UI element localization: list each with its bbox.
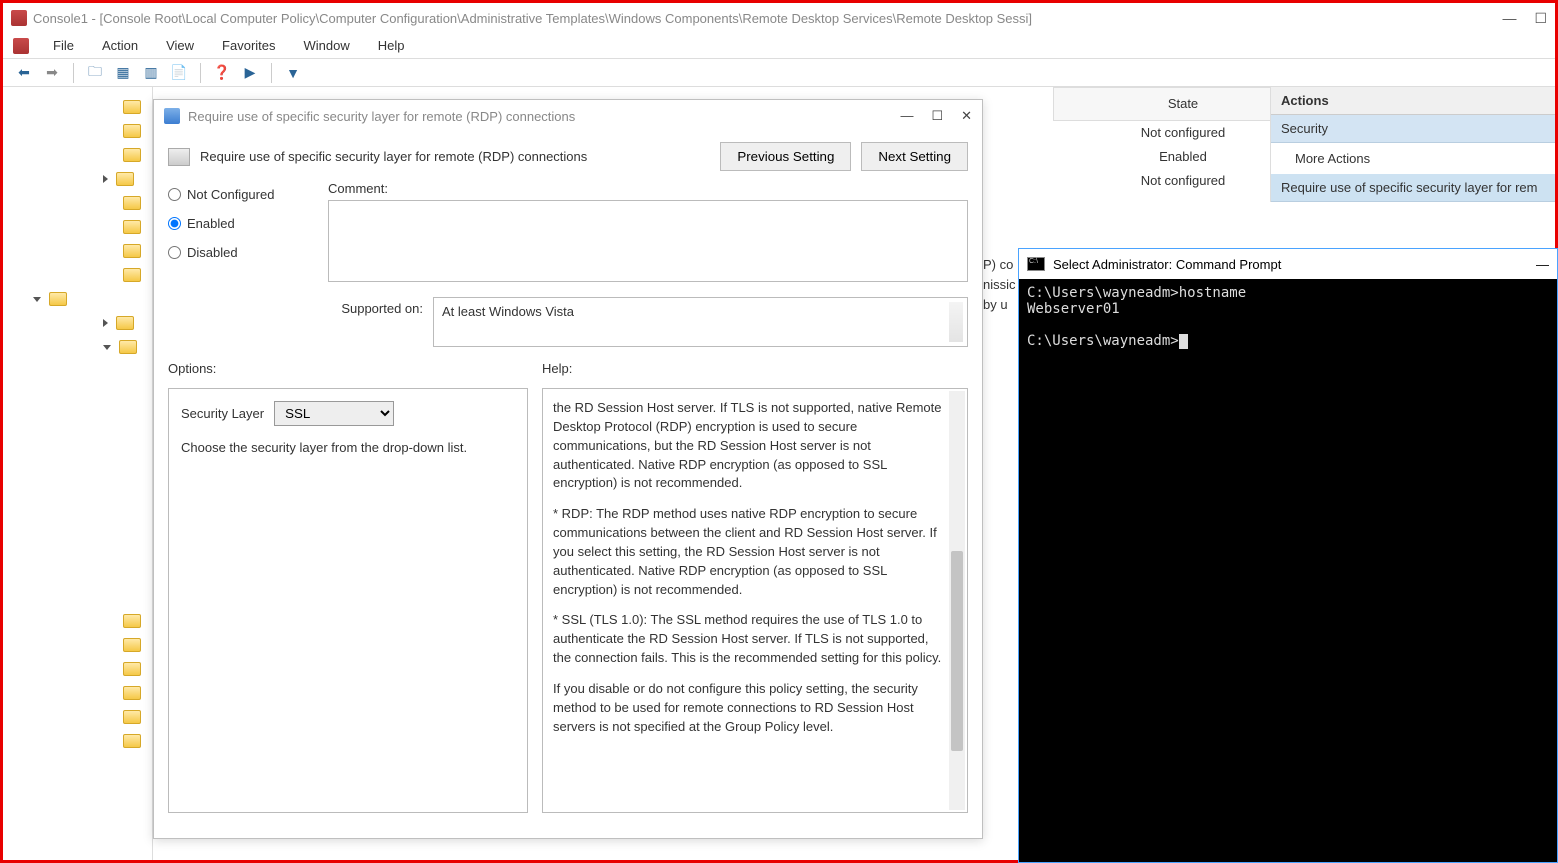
forward-button[interactable]: ➡ xyxy=(41,62,63,84)
menu-bar: File Action View Favorites Window Help xyxy=(3,33,1555,59)
menu-file[interactable]: File xyxy=(49,36,78,55)
actions-more-actions[interactable]: More Actions xyxy=(1271,143,1555,174)
dialog-close-button[interactable]: ✕ xyxy=(961,108,972,124)
cmd-titlebar[interactable]: Select Administrator: Command Prompt — xyxy=(1019,249,1557,279)
folder-icon[interactable] xyxy=(123,196,141,210)
folder-icon[interactable] xyxy=(123,220,141,234)
menu-window[interactable]: Window xyxy=(300,36,354,55)
help-icon[interactable]: ❓ xyxy=(211,62,233,84)
supported-on-label: Supported on: xyxy=(328,297,423,316)
filter-icon[interactable]: ▼ xyxy=(282,62,304,84)
security-layer-label: Security Layer xyxy=(181,406,264,421)
folder-icon[interactable] xyxy=(123,100,141,114)
folder-icon[interactable] xyxy=(49,292,67,306)
dialog-maximize-button[interactable]: ☐ xyxy=(931,108,943,124)
folder-icon[interactable] xyxy=(123,734,141,748)
actions-header: Actions xyxy=(1271,87,1555,115)
radio-enabled[interactable]: Enabled xyxy=(168,216,308,231)
folder-icon[interactable] xyxy=(123,244,141,258)
show-hide-action-icon[interactable]: ▶ xyxy=(239,62,261,84)
folder-icon[interactable] xyxy=(123,686,141,700)
folder-icon[interactable] xyxy=(116,172,134,186)
dialog-titlebar: Require use of specific security layer f… xyxy=(154,100,982,132)
options-label: Options: xyxy=(168,361,528,376)
hidden-text: by u xyxy=(983,297,1008,312)
export-list-icon[interactable]: ▥ xyxy=(140,62,162,84)
folder-icon[interactable] xyxy=(123,614,141,628)
show-hide-tree-icon[interactable]: ▦ xyxy=(112,62,134,84)
options-hint: Choose the security layer from the drop-… xyxy=(181,440,515,455)
next-setting-button[interactable]: Next Setting xyxy=(861,142,968,171)
policy-item-icon xyxy=(168,148,190,166)
folder-icon[interactable] xyxy=(123,148,141,162)
folder-icon[interactable] xyxy=(123,268,141,282)
cmd-title: Select Administrator: Command Prompt xyxy=(1053,257,1536,272)
options-box: Security Layer SSL Choose the security l… xyxy=(168,388,528,813)
actions-pane: Actions Security More Actions Require us… xyxy=(1270,87,1555,202)
policy-dialog: Require use of specific security layer f… xyxy=(153,99,983,839)
cursor-icon xyxy=(1179,334,1188,349)
security-layer-select[interactable]: SSL xyxy=(274,401,394,426)
dialog-title: Require use of specific security layer f… xyxy=(188,109,900,124)
maximize-button[interactable]: ☐ xyxy=(1534,10,1547,27)
actions-section-security[interactable]: Security xyxy=(1271,115,1555,143)
window-controls: — ☐ xyxy=(1502,10,1547,27)
menu-favorites[interactable]: Favorites xyxy=(218,36,279,55)
folder-icon[interactable] xyxy=(123,662,141,676)
previous-setting-button[interactable]: Previous Setting xyxy=(720,142,851,171)
folder-icon[interactable] xyxy=(123,638,141,652)
properties-icon[interactable]: 📄 xyxy=(168,62,190,84)
folder-icon[interactable] xyxy=(119,340,137,354)
command-prompt-window: Select Administrator: Command Prompt — C… xyxy=(1018,248,1558,863)
folder-icon[interactable] xyxy=(123,710,141,724)
hidden-text: P) co xyxy=(983,257,1013,272)
window-title: Console1 - [Console Root\Local Computer … xyxy=(33,11,1502,26)
radio-disabled[interactable]: Disabled xyxy=(168,245,308,260)
menu-view[interactable]: View xyxy=(162,36,198,55)
comment-textarea[interactable] xyxy=(328,200,968,282)
actions-section-policy[interactable]: Require use of specific security layer f… xyxy=(1271,174,1555,202)
policy-item-title: Require use of specific security layer f… xyxy=(200,149,710,164)
radio-not-configured[interactable]: Not Configured xyxy=(168,187,308,202)
cmd-output[interactable]: C:\Users\wayneadm>hostname Webserver01 C… xyxy=(1019,279,1557,355)
folder-icon[interactable] xyxy=(116,316,134,330)
minimize-button[interactable]: — xyxy=(1502,10,1516,27)
cmd-minimize-button[interactable]: — xyxy=(1536,257,1549,272)
back-button[interactable]: ⬅ xyxy=(13,62,35,84)
toolbar: ⬅ ➡ 🗀 ▦ ▥ 📄 ❓ ▶ ▼ xyxy=(3,59,1555,87)
folder-icon[interactable] xyxy=(123,124,141,138)
state-radio-group: Not Configured Enabled Disabled xyxy=(168,181,308,347)
window-titlebar: Console1 - [Console Root\Local Computer … xyxy=(3,3,1555,33)
policy-icon xyxy=(164,108,180,124)
dialog-minimize-button[interactable]: — xyxy=(900,108,913,124)
comment-label: Comment: xyxy=(328,181,968,196)
supported-on-text: At least Windows Vista xyxy=(433,297,968,347)
mmc-icon xyxy=(11,10,27,26)
scrollbar[interactable] xyxy=(949,391,965,810)
hidden-text: nissic xyxy=(983,277,1016,292)
menu-action[interactable]: Action xyxy=(98,36,142,55)
mmc-icon xyxy=(13,38,29,54)
cmd-icon xyxy=(1027,257,1045,271)
menu-help[interactable]: Help xyxy=(374,36,409,55)
up-icon[interactable]: 🗀 xyxy=(84,62,106,84)
help-text[interactable]: the RD Session Host server. If TLS is no… xyxy=(542,388,968,813)
help-label: Help: xyxy=(542,361,968,376)
tree-pane[interactable] xyxy=(3,87,153,860)
